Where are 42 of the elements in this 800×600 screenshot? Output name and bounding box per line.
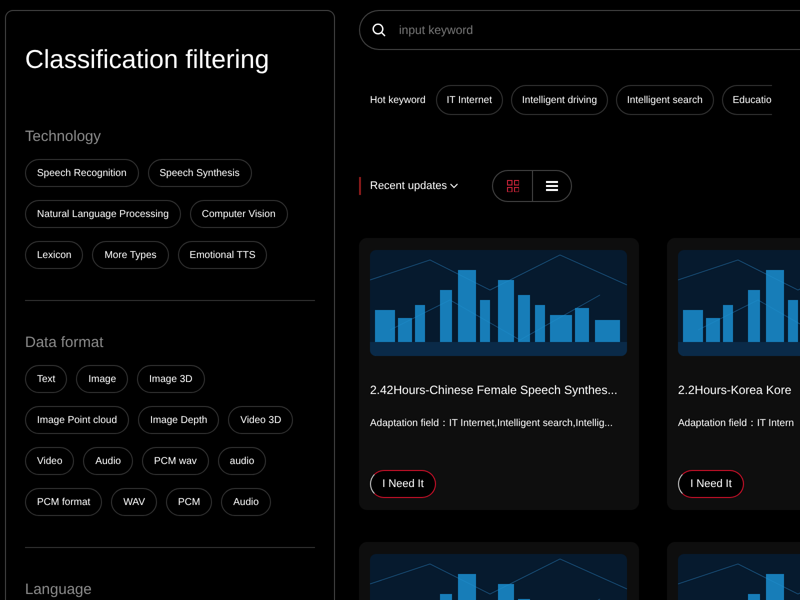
search-field[interactable]: input keyword xyxy=(359,10,800,50)
filter-tag[interactable]: PCM xyxy=(166,488,212,516)
keyword-chip[interactable]: Educatio xyxy=(722,85,772,115)
list-icon xyxy=(546,181,558,191)
filter-tag[interactable]: Speech Synthesis xyxy=(148,159,252,187)
adaptation-field-text: Adaptation field：IT Intern xyxy=(678,417,795,431)
filter-tag[interactable]: Audio xyxy=(83,447,133,475)
chevron-down-icon xyxy=(450,183,458,189)
filter-tag[interactable]: Natural Language Processing xyxy=(25,200,181,228)
filter-tag[interactable]: PCM format xyxy=(25,488,102,516)
section-heading: Data format xyxy=(25,333,104,353)
keyword-chip[interactable]: Intelligent driving xyxy=(510,85,608,115)
adaptation-field-text: Adaptation field：IT Internet,Intelligent search,Intellig... xyxy=(370,417,614,431)
section-heading: Technology xyxy=(25,127,102,147)
search-icon xyxy=(372,23,386,37)
filter-tag[interactable]: Image 3D xyxy=(137,365,204,393)
card-title: 2.2Hours-Korea Kore xyxy=(678,382,792,398)
filter-tag[interactable]: Image xyxy=(76,365,128,393)
hot-keyword-label: Hot keyword xyxy=(370,94,426,106)
filter-tag[interactable]: Lexicon xyxy=(25,241,84,269)
filter-tag[interactable]: Emotional TTS xyxy=(178,241,268,269)
card-title: 2.42Hours-Chinese Female Speech Synthes... xyxy=(370,382,618,398)
filter-tag[interactable]: PCM wav xyxy=(142,447,209,475)
keyword-chip[interactable]: IT Internet xyxy=(436,85,503,115)
need-it-button[interactable]: I Need It xyxy=(370,470,436,498)
filter-tag[interactable]: Video 3D xyxy=(228,406,294,434)
filter-tag[interactable]: Video xyxy=(25,447,74,475)
filter-tag[interactable]: More Types xyxy=(92,241,169,269)
filter-tag[interactable]: Image Point cloud xyxy=(25,406,130,434)
need-it-button[interactable]: I Need It xyxy=(678,470,744,498)
filter-tag[interactable]: Image Depth xyxy=(138,406,220,434)
section-heading: Language xyxy=(25,580,93,600)
filter-tag[interactable]: audio xyxy=(218,447,266,475)
filter-tag[interactable]: Computer Vision xyxy=(190,200,288,228)
filter-tag[interactable]: Speech Recognition xyxy=(25,159,139,187)
grid-icon xyxy=(506,180,519,192)
panel-title: Classification filtering xyxy=(25,43,270,75)
filter-tag[interactable]: Audio xyxy=(221,488,271,516)
keyword-chip[interactable]: Intelligent search xyxy=(616,85,714,115)
sort-dropdown[interactable]: Recent updates xyxy=(359,177,458,195)
filter-tag[interactable]: WAV xyxy=(111,488,158,516)
filter-tag[interactable]: Text xyxy=(25,365,68,393)
